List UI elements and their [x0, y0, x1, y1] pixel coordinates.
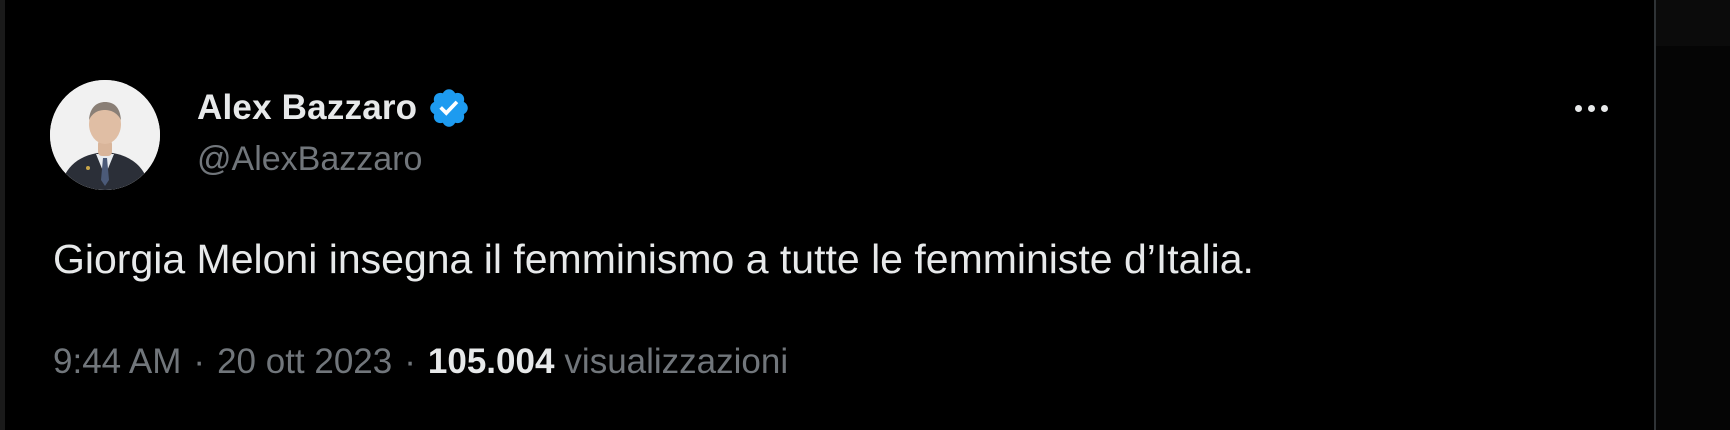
author-handle[interactable]: @AlexBazzaro — [197, 140, 422, 179]
more-horizontal-icon-dot — [1587, 104, 1595, 112]
profile-photo — [50, 80, 160, 190]
meta-separator: · — [193, 342, 206, 381]
meta-separator: · — [404, 342, 416, 381]
avatar[interactable] — [50, 80, 160, 190]
more-options-button[interactable] — [1565, 92, 1617, 124]
author-display-name[interactable]: Alex Bazzaro — [197, 88, 417, 128]
tweet-metadata: 9:44 AM · 20 ott 2023 · 105.004 visualiz… — [53, 342, 788, 382]
tweet-card: Alex Bazzaro @AlexBazzaro Giorgia Meloni… — [5, 0, 1654, 430]
views-count[interactable]: 105.004 — [428, 342, 555, 382]
tweet-date[interactable]: 20 ott 2023 — [217, 342, 392, 382]
more-horizontal-icon — [1574, 104, 1582, 112]
views-label[interactable]: visualizzazioni — [564, 342, 788, 382]
verified-badge-icon[interactable] — [427, 86, 471, 130]
author-name-row: Alex Bazzaro — [197, 84, 471, 132]
more-horizontal-icon-dot — [1600, 104, 1608, 112]
right-sidebar-header-strip — [1656, 0, 1730, 46]
tweet-time[interactable]: 9:44 AM — [53, 342, 181, 382]
tweet-text: Giorgia Meloni insegna il femminismo a t… — [53, 236, 1254, 282]
right-sidebar-edge — [1656, 0, 1730, 430]
